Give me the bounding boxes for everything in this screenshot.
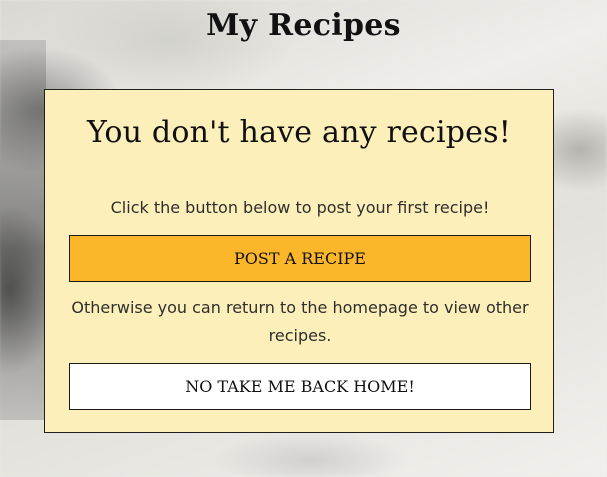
homepage-prompt-text: Otherwise you can return to the homepage… xyxy=(71,298,529,345)
back-home-button[interactable]: NO TAKE ME BACK HOME! xyxy=(69,363,531,410)
empty-recipes-card: You don't have any recipes! Click the bu… xyxy=(44,89,554,433)
post-prompt-text: Click the button below to post your firs… xyxy=(110,198,490,217)
page-title: My Recipes xyxy=(206,8,401,43)
empty-state-heading: You don't have any recipes! xyxy=(87,115,511,150)
background-shadow xyxy=(0,40,46,420)
post-recipe-button[interactable]: POST A RECIPE xyxy=(69,235,531,282)
